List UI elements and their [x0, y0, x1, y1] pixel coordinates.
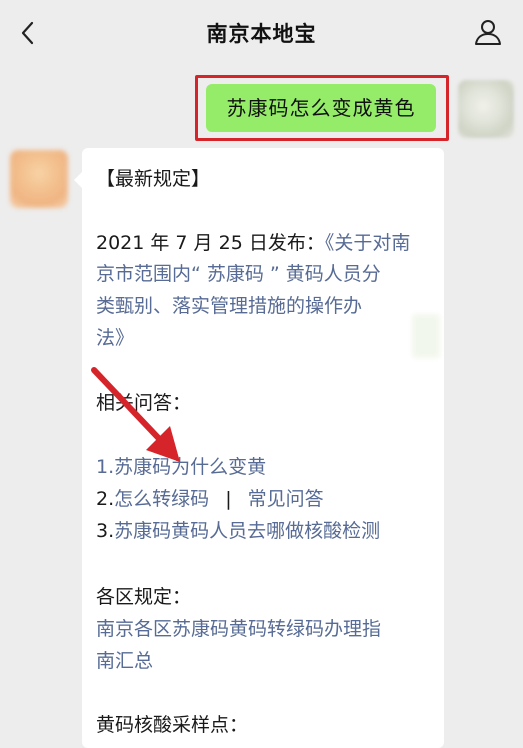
bot-heading: 【最新规定】 [96, 168, 211, 190]
qa-number-3: 3. [96, 520, 115, 542]
page-title: 南京本地宝 [206, 22, 317, 46]
qa-link-3[interactable]: 苏康码黄码人员去哪做核酸检测 [114, 520, 380, 542]
separator: | [225, 488, 232, 510]
district-title: 各区规定： [96, 586, 192, 608]
bot-avatar[interactable] [10, 150, 68, 208]
publish-line: 2021 年 7 月 25 日发布：《关于对南 [96, 228, 410, 259]
qa-link-faq[interactable]: 常见问答 [248, 488, 324, 510]
profile-button[interactable] [473, 17, 503, 47]
qa-link-1[interactable]: 1.苏康码为什么变黄 [96, 452, 266, 483]
document-link-line4[interactable]: 法》 [96, 323, 134, 354]
document-link-line3[interactable]: 类甄别、落实管理措施的操作办 [96, 291, 362, 322]
district-link-line1[interactable]: 南京各区苏康码黄码转绿码办理指 [96, 614, 381, 645]
sampling-title: 黄码核酸采样点： [96, 714, 249, 736]
background-artifact [412, 314, 440, 358]
person-icon [475, 20, 501, 45]
qa-line-3: 3.苏康码黄码人员去哪做核酸检测 [96, 516, 380, 547]
bot-message-bubble: 【最新规定】 2021 年 7 月 25 日发布：《关于对南 京市范围内“ 苏康… [74, 148, 444, 748]
bubble-tail [74, 172, 82, 188]
user-message-bubble[interactable]: 苏康码怎么变成黄色 [206, 84, 436, 132]
document-link[interactable]: 《关于对南 [325, 232, 411, 254]
district-link-line2[interactable]: 南汇总 [96, 646, 153, 677]
publish-date: 2021 年 7 月 25 日发布： [96, 232, 325, 254]
qa-number-2: 2. [96, 488, 115, 510]
user-avatar[interactable] [458, 80, 514, 138]
qa-link-2[interactable]: 怎么转绿码 [114, 488, 209, 510]
qa-line-2: 2.怎么转绿码 | 常见问答 [96, 484, 324, 515]
related-qa-title: 相关问答： [96, 392, 192, 414]
top-bar: 南京本地宝 [0, 0, 523, 66]
document-link-line2[interactable]: 京市范围内“ 苏康码 ” 黄码人员分 [96, 259, 381, 290]
